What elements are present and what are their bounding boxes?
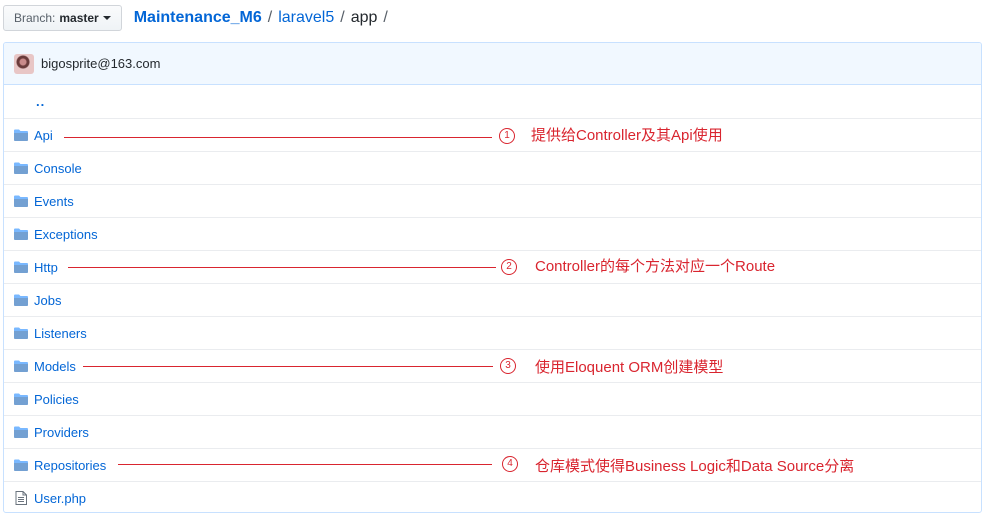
branch-prefix-label: Branch:: [14, 11, 56, 25]
file-row-exceptions[interactable]: Exceptions: [4, 217, 981, 250]
annotation-text: 仓库模式使得Business Logic和Data Source分离: [535, 458, 855, 475]
folder-icon: [14, 294, 28, 306]
file-link[interactable]: Policies: [34, 392, 79, 407]
file-link[interactable]: Events: [34, 194, 74, 209]
file-link[interactable]: Providers: [34, 425, 89, 440]
branch-name-label: master: [59, 11, 99, 25]
annotation-text: Controller的每个方法对应一个Route: [535, 258, 776, 275]
folder-icon: [14, 360, 28, 372]
file-link[interactable]: Http: [34, 260, 58, 275]
commit-author[interactable]: bigosprite@163.com: [41, 56, 160, 71]
breadcrumb-separator: /: [340, 9, 345, 26]
annotation-marker: 1: [499, 128, 515, 144]
annotation-line: [118, 464, 492, 465]
file-row-jobs[interactable]: Jobs: [4, 283, 981, 316]
file-row-parent[interactable]: ..: [4, 85, 981, 118]
file-link[interactable]: Repositories: [34, 458, 106, 473]
annotation-text: 使用Eloquent ORM创建模型: [535, 359, 724, 376]
file-row-policies[interactable]: Policies: [4, 382, 981, 415]
file-link[interactable]: Exceptions: [34, 227, 98, 242]
folder-icon: [14, 327, 28, 339]
chevron-down-icon: [102, 16, 111, 20]
file-row-user-php[interactable]: User.php: [4, 481, 981, 512]
annotation-line: [68, 267, 496, 268]
folder-icon: [14, 426, 28, 438]
annotation-marker: 4: [502, 456, 518, 472]
file-link[interactable]: Listeners: [34, 326, 87, 341]
folder-icon: [14, 228, 28, 240]
branch-select-button[interactable]: Branch: master: [3, 5, 122, 31]
annotation-text: 提供给Controller及其Api使用: [531, 127, 723, 144]
folder-icon: [14, 162, 28, 174]
file-row-events[interactable]: Events: [4, 184, 981, 217]
file-link[interactable]: User.php: [34, 491, 86, 506]
folder-icon: [14, 459, 28, 471]
annotation-line: [64, 137, 492, 138]
file-table: bigosprite@163.com .. Api Console Events: [3, 42, 982, 513]
breadcrumb-folder-link[interactable]: laravel5: [278, 9, 334, 27]
avatar[interactable]: [14, 53, 34, 74]
file-row-listeners[interactable]: Listeners: [4, 316, 981, 349]
annotation-line: [83, 366, 493, 367]
breadcrumb: Maintenance_M6 / laravel5 / app /: [134, 9, 394, 27]
annotation-marker: 3: [500, 358, 516, 374]
file-row-console[interactable]: Console: [4, 151, 981, 184]
folder-icon: [14, 129, 28, 141]
annotation-marker: 2: [501, 259, 517, 275]
folder-icon: [14, 195, 28, 207]
top-bar: Branch: master Maintenance_M6 / laravel5…: [3, 4, 394, 32]
breadcrumb-separator: /: [383, 9, 388, 26]
file-link[interactable]: Jobs: [34, 293, 61, 308]
folder-icon: [14, 261, 28, 273]
file-row-providers[interactable]: Providers: [4, 415, 981, 448]
parent-directory-link[interactable]: ..: [36, 94, 45, 109]
page: Branch: master Maintenance_M6 / laravel5…: [0, 0, 990, 519]
folder-icon: [14, 393, 28, 405]
breadcrumb-current: app: [350, 9, 378, 26]
file-icon: [14, 491, 28, 505]
file-row-api[interactable]: Api: [4, 118, 981, 151]
file-link[interactable]: Api: [34, 128, 53, 143]
file-link[interactable]: Models: [34, 359, 76, 374]
breadcrumb-separator: /: [267, 9, 273, 26]
commit-bar: bigosprite@163.com: [4, 43, 981, 85]
file-link[interactable]: Console: [34, 161, 82, 176]
breadcrumb-repo-link[interactable]: Maintenance_M6: [134, 9, 262, 27]
